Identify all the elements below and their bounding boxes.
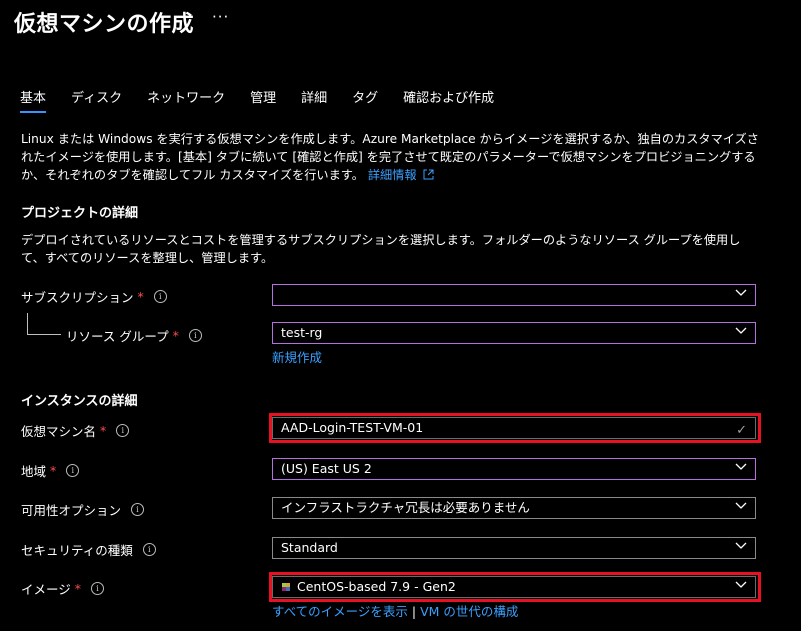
tab-networking[interactable]: ネットワーク [147, 89, 225, 113]
required-marker: * [50, 463, 57, 478]
image-select[interactable]: CentOS-based 7.9 - Gen2 [272, 576, 756, 598]
image-value: CentOS-based 7.9 - Gen2 [297, 579, 456, 594]
info-icon[interactable]: i [131, 503, 145, 516]
link-separator: | [411, 604, 417, 619]
subscription-select[interactable] [272, 284, 756, 306]
tab-tags[interactable]: タグ [352, 89, 378, 113]
tab-review-create[interactable]: 確認および作成 [403, 89, 494, 113]
tree-connector-horizontal [27, 334, 61, 335]
required-marker: * [100, 423, 107, 438]
centos-icon [282, 583, 290, 591]
project-details-description: デプロイされているリソースとコストを管理するサブスクリプションを選択します。フォ… [21, 233, 741, 265]
create-new-link[interactable]: 新規作成 [272, 347, 322, 366]
tab-basics[interactable]: 基本 [20, 89, 47, 113]
required-marker: * [74, 581, 82, 596]
chevron-down-icon [735, 327, 747, 334]
availability-label: 可用性オプション i [21, 500, 145, 519]
vm-name-input[interactable]: AAD-Login-TEST-VM-01 ✓ [272, 417, 756, 439]
resource-group-label: リソース グループ * i [66, 326, 202, 345]
resource-group-value: test-rg [281, 325, 323, 340]
info-icon[interactable]: i [91, 582, 105, 595]
chevron-down-icon [735, 542, 747, 549]
tab-disks[interactable]: ディスク [71, 89, 122, 113]
project-details-heading: プロジェクトの詳細 [21, 206, 139, 221]
info-icon[interactable]: i [142, 543, 156, 556]
info-icon[interactable]: i [188, 329, 202, 342]
tab-bar: 基本 ディスク ネットワーク 管理 詳細 タグ 確認および作成 [20, 89, 519, 113]
subscription-label-text: サブスクリプション [21, 290, 134, 305]
availability-select[interactable]: インフラストラクチャ冗長は必要ありません [272, 497, 756, 519]
required-marker: * [172, 328, 179, 343]
see-all-images-link[interactable]: すべてのイメージを表示 [272, 604, 408, 619]
checkmark-icon: ✓ [736, 423, 747, 438]
subscription-redacted [277, 287, 730, 303]
tab-advanced[interactable]: 詳細 [301, 89, 327, 113]
region-label-text: 地域 [21, 464, 47, 479]
required-marker: * [137, 289, 144, 304]
more-options-button[interactable]: ··· [212, 8, 229, 26]
resource-group-label-text: リソース グループ [66, 329, 169, 344]
resource-group-select[interactable]: test-rg [272, 322, 756, 344]
security-type-label-text: セキュリティの種類 [21, 543, 133, 558]
image-label: イメージ * i [21, 579, 105, 598]
chevron-down-icon [735, 463, 747, 470]
image-label-text: イメージ [21, 582, 71, 597]
security-type-value: Standard [281, 540, 338, 555]
chevron-down-icon [735, 502, 747, 509]
info-icon[interactable]: i [116, 424, 130, 437]
security-type-label: セキュリティの種類 i [21, 540, 156, 559]
vm-name-label-text: 仮想マシン名 [21, 424, 97, 439]
learn-more-link[interactable]: 詳細情報 [368, 168, 435, 182]
tree-connector [27, 313, 28, 335]
intro-description: Linux または Windows を実行する仮想マシンを作成します。Azure… [21, 130, 761, 184]
tab-management[interactable]: 管理 [250, 89, 276, 113]
learn-more-label: 詳細情報 [367, 168, 417, 182]
configure-vm-generation-link[interactable]: VM の世代の構成 [420, 604, 518, 619]
instance-details-heading: インスタンスの詳細 [21, 394, 138, 409]
chevron-down-icon [735, 581, 747, 588]
external-link-icon [423, 169, 434, 180]
page-title: 仮想マシンの作成 [14, 12, 195, 37]
vm-name-label: 仮想マシン名 * i [21, 421, 130, 440]
region-select[interactable]: (US) East US 2 [272, 458, 756, 480]
image-links: すべてのイメージを表示 | VM の世代の構成 [272, 601, 518, 620]
info-icon[interactable]: i [66, 464, 80, 477]
chevron-down-icon [735, 289, 747, 296]
security-type-select[interactable]: Standard [272, 537, 756, 559]
availability-value: インフラストラクチャ冗長は必要ありません [281, 500, 530, 515]
region-value: (US) East US 2 [281, 461, 372, 476]
subscription-label: サブスクリプション * i [21, 287, 167, 306]
info-icon[interactable]: i [153, 290, 167, 303]
region-label: 地域 * i [21, 461, 80, 480]
availability-label-text: 可用性オプション [21, 503, 122, 518]
vm-name-value: AAD-Login-TEST-VM-01 [281, 420, 424, 435]
